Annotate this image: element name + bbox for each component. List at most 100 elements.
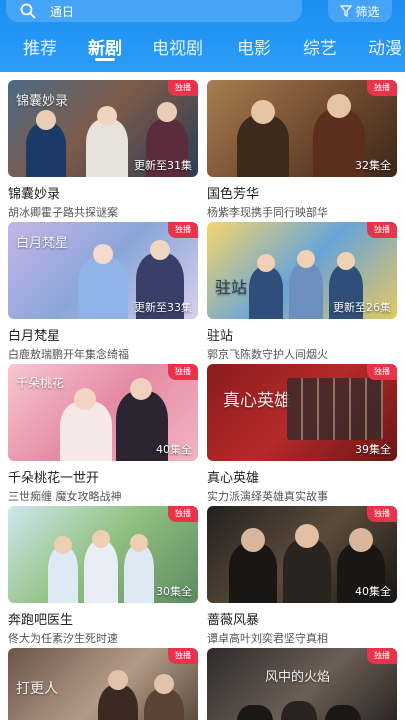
tab-movie[interactable]: 电影: [237, 34, 271, 59]
figure-head: [97, 106, 117, 126]
drama-card-10[interactable]: 风中的火焰 独播: [207, 648, 397, 720]
poster-image[interactable]: 真心英雄 独播 39集全: [207, 364, 397, 461]
figure-shape: [283, 539, 331, 603]
poster-image[interactable]: 千朵桃花 独播 40集全: [8, 364, 198, 461]
search-icon: [20, 3, 36, 19]
search-input[interactable]: 通日: [6, 0, 302, 22]
episode-status: 40集全: [355, 585, 391, 598]
drama-card-4[interactable]: 驻站 独播 更新至26集 驻站 郭京飞陈数守护人间烟火: [207, 222, 397, 362]
poster-image[interactable]: 白月梵星 独播 更新至33集: [8, 222, 198, 319]
filter-icon: [340, 5, 353, 17]
drama-card-6[interactable]: 真心英雄 独播 39集全 真心英雄 实力派演绎英雄真实故事: [207, 364, 397, 504]
drama-card-3[interactable]: 白月梵星 独播 更新至33集 白月梵星 白鹿敖瑞鹏开年集念绮福: [8, 222, 198, 362]
tab-recommend[interactable]: 推荐: [23, 34, 57, 59]
figure-head: [241, 528, 265, 552]
episode-status: 30集全: [156, 585, 192, 598]
drama-card-1[interactable]: 锦囊妙录 独播 更新至31集 锦囊妙录 胡冰卿霍子路共探谜案: [8, 80, 198, 220]
figure-head: [349, 528, 373, 552]
exclusive-badge: 独播: [367, 648, 397, 664]
figure-shape: [124, 545, 154, 603]
drama-description: 胡冰卿霍子路共探谜案: [8, 206, 118, 219]
search-placeholder: 通日: [50, 4, 75, 19]
episode-status: 更新至26集: [333, 301, 391, 314]
figure-head: [74, 388, 96, 410]
figure-head: [92, 530, 110, 548]
drama-description: 杨紫李现携手同行映部华: [207, 206, 328, 219]
tab-tv-series[interactable]: 电视剧: [152, 34, 203, 59]
poster-title-art: 真心英雄: [223, 391, 291, 411]
figure-head: [257, 254, 275, 272]
figure-shape: [229, 543, 277, 603]
figure-shape: [98, 685, 138, 720]
poster-image[interactable]: 独播 30集全: [8, 506, 198, 603]
figure-shape: [249, 267, 283, 319]
figure-shape: [86, 119, 128, 177]
episode-status: 39集全: [355, 443, 391, 456]
portrait-grid: [287, 378, 383, 440]
tab-new-drama[interactable]: 新剧: [88, 34, 122, 59]
drama-description: 谭卓高叶刘奕君坚守真相: [207, 632, 328, 645]
filter-button[interactable]: 筛选: [328, 0, 392, 22]
figure-head: [297, 250, 315, 268]
header-bar: 通日 筛选 推荐 新剧 电视剧 电影 综艺 动漫: [0, 0, 405, 72]
figure-head: [150, 240, 170, 260]
drama-description: 郭京飞陈数守护人间烟火: [207, 348, 328, 361]
poster-image[interactable]: 独播 32集全: [207, 80, 397, 177]
exclusive-badge: 独播: [367, 506, 397, 522]
drama-card-5[interactable]: 千朵桃花 独播 40集全 千朵桃花一世开 三世痴缠 魔女攻略战神: [8, 364, 198, 504]
poster-image[interactable]: 独播 40集全: [207, 506, 397, 603]
drama-title: 千朵桃花一世开: [8, 471, 100, 486]
episode-status: 更新至31集: [134, 159, 192, 172]
exclusive-badge: 独播: [168, 648, 198, 664]
figure-shape: [48, 547, 78, 603]
exclusive-badge: 独播: [367, 80, 397, 96]
exclusive-badge: 独播: [168, 364, 198, 380]
figure-shape: [237, 705, 273, 720]
exclusive-badge: 独播: [168, 222, 198, 238]
figure-head: [337, 252, 355, 270]
tab-anime[interactable]: 动漫: [368, 34, 402, 59]
episode-status: 40集全: [156, 443, 192, 456]
figure-head: [154, 674, 174, 694]
tab-variety[interactable]: 综艺: [303, 34, 337, 59]
figure-head: [130, 378, 152, 400]
episode-status: 32集全: [355, 159, 391, 172]
poster-title-art: 千朵桃花: [16, 376, 65, 390]
poster-title-art: 白月梵星: [16, 236, 69, 251]
category-tabs: 推荐 新剧 电视剧 电影 综艺 动漫: [0, 28, 405, 64]
figure-head: [295, 524, 319, 548]
figure-head: [130, 534, 148, 552]
figure-shape: [84, 541, 118, 603]
figure-shape: [325, 705, 361, 720]
poster-image[interactable]: 锦囊妙录 独播 更新至31集: [8, 80, 198, 177]
episode-status: 更新至33集: [134, 301, 192, 314]
poster-image[interactable]: 风中的火焰 独播: [207, 648, 397, 720]
exclusive-badge: 独播: [367, 222, 397, 238]
figure-shape: [289, 263, 323, 319]
drama-title: 国色芳华: [207, 187, 260, 202]
figure-shape: [78, 257, 128, 319]
figure-head: [327, 94, 351, 118]
active-tab-indicator: [95, 58, 115, 61]
poster-image[interactable]: 驻站 独播 更新至26集: [207, 222, 397, 319]
figure-head: [93, 244, 113, 264]
drama-title: 真心英雄: [207, 471, 260, 486]
exclusive-badge: 独播: [367, 364, 397, 380]
drama-card-2[interactable]: 独播 32集全 国色芳华 杨紫李现携手同行映部华: [207, 80, 397, 220]
drama-title: 蔷薇风暴: [207, 613, 260, 628]
figure-head: [36, 110, 56, 130]
figure-head: [54, 536, 72, 554]
drama-card-8[interactable]: 独播 40集全 蔷薇风暴 谭卓高叶刘奕君坚守真相: [207, 506, 397, 646]
poster-image[interactable]: 打更人 独播: [8, 648, 198, 720]
poster-title-art: 风中的火焰: [265, 670, 331, 685]
drama-card-9[interactable]: 打更人 独播: [8, 648, 198, 720]
drama-title: 奔跑吧医生: [8, 613, 74, 628]
filter-label: 筛选: [355, 4, 380, 19]
drama-card-7[interactable]: 独播 30集全 奔跑吧医生 佟大为任素汐生死时速: [8, 506, 198, 646]
figure-shape: [281, 701, 317, 720]
exclusive-badge: 独播: [168, 506, 198, 522]
poster-title-art: 锦囊妙录: [16, 94, 69, 109]
drama-description: 三世痴缠 魔女攻略战神: [8, 490, 122, 503]
drama-description: 佟大为任素汐生死时速: [8, 632, 118, 645]
drama-description: 白鹿敖瑞鹏开年集念绮福: [8, 348, 129, 361]
